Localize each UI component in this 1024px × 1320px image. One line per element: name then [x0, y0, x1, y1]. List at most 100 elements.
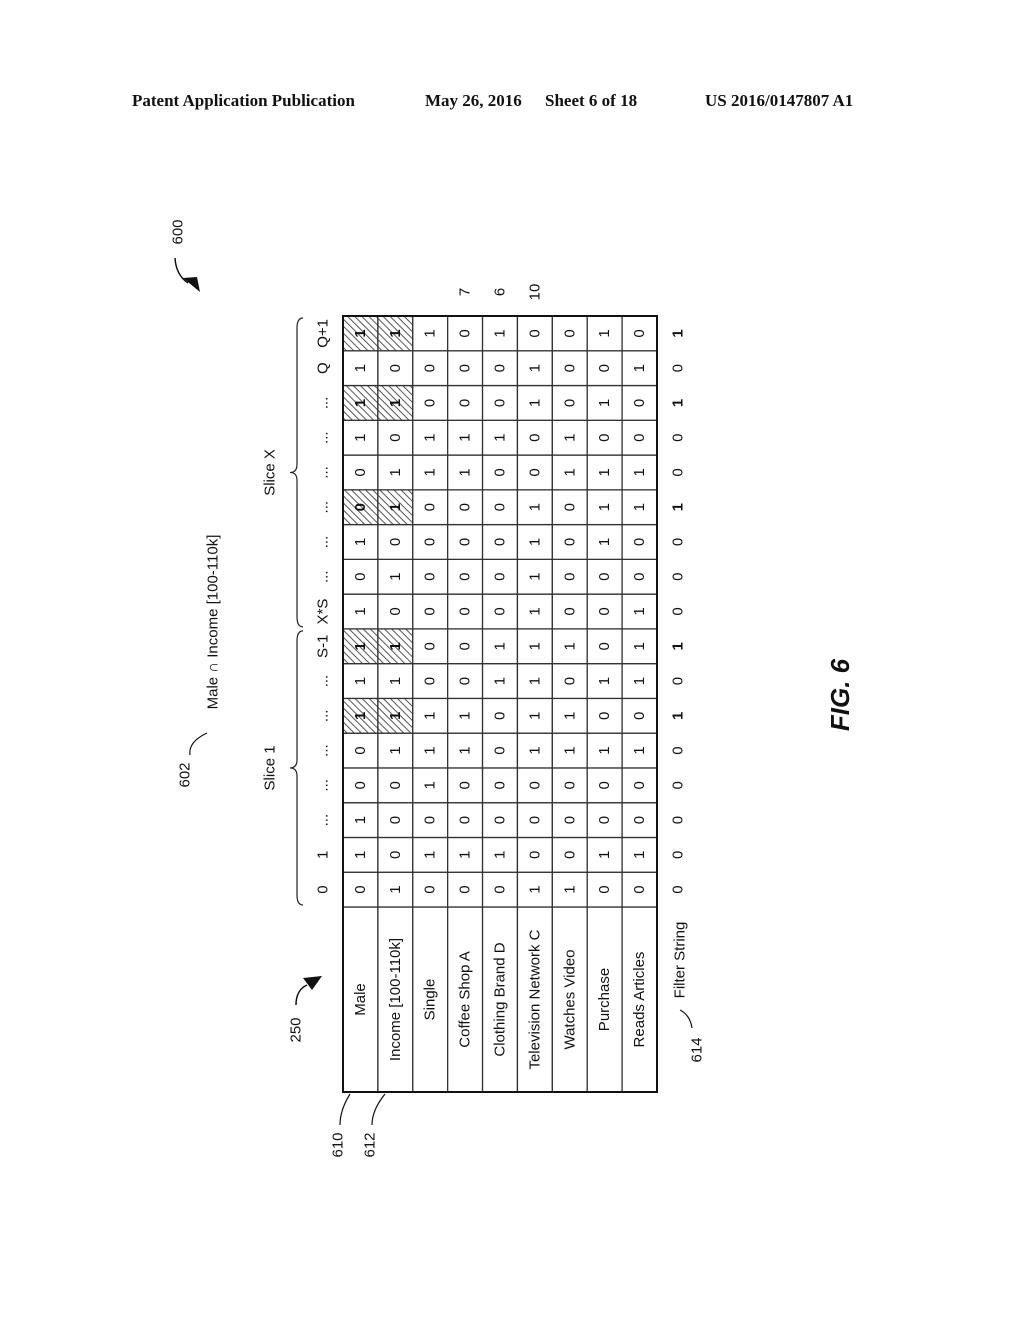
- bit-value: 1: [492, 434, 509, 442]
- column-header: ...: [315, 744, 332, 757]
- bit-value: 1: [631, 746, 648, 754]
- bit-value: 0: [422, 885, 439, 893]
- bit-value: 0: [422, 607, 439, 615]
- bit-value: 0: [492, 538, 509, 546]
- ref-602: 602: [177, 762, 194, 787]
- bit-value: 0: [457, 816, 474, 824]
- bit-value: 1: [387, 468, 404, 476]
- bit-value: 1: [422, 851, 439, 859]
- bit-value: 1: [631, 364, 648, 372]
- bit-value: 1: [596, 851, 613, 859]
- leader-line-610: [339, 1093, 351, 1126]
- bit-value: 1: [422, 781, 439, 789]
- slice-1-brace: [289, 630, 304, 906]
- bit-value: 1: [492, 851, 509, 859]
- bit-value: 1: [352, 364, 369, 372]
- bit-value: 0: [561, 538, 578, 546]
- bit-value: 0: [492, 468, 509, 476]
- bit-value: 1: [352, 538, 369, 546]
- filter-bit: 0: [670, 607, 687, 615]
- filter-bit: 1: [670, 399, 687, 407]
- bit-value: 1: [352, 399, 369, 407]
- bit-value: 1: [631, 677, 648, 685]
- bit-value: 0: [561, 503, 578, 511]
- bit-value: 0: [457, 503, 474, 511]
- bit-value: 1: [457, 468, 474, 476]
- figure-6-diagram: Male Income [100-110k] Single Coffee Shop A…: [170, 219, 856, 1157]
- arrow-250-line: [295, 984, 308, 1006]
- bit-value: 0: [596, 573, 613, 581]
- bit-value: 1: [526, 364, 543, 372]
- bit-value: 1: [352, 851, 369, 859]
- bit-value: 0: [561, 816, 578, 824]
- bit-value: 0: [631, 781, 648, 789]
- bit-value: 1: [492, 677, 509, 685]
- bit-value: 0: [631, 399, 648, 407]
- bit-value: 0: [631, 573, 648, 581]
- column-header: Q+1: [315, 319, 332, 348]
- bit-value: 0: [457, 607, 474, 615]
- bit-value: 1: [631, 642, 648, 650]
- bit-value: 1: [352, 607, 369, 615]
- leader-line-614: [679, 1009, 693, 1029]
- bit-value: 1: [631, 503, 648, 511]
- bit-value: 1: [526, 642, 543, 650]
- bit-value: 0: [387, 781, 404, 789]
- column-header: ...: [315, 675, 332, 688]
- column-header: ...: [315, 466, 332, 479]
- bit-value: 1: [387, 746, 404, 754]
- row-count: 7: [457, 288, 474, 296]
- column-header: 0: [315, 885, 332, 893]
- slice-x-brace: [289, 317, 304, 628]
- bit-value: 1: [561, 746, 578, 754]
- column-header: S-1: [315, 635, 332, 658]
- bit-value: 0: [561, 329, 578, 337]
- bit-value: 0: [457, 329, 474, 337]
- bit-value: 0: [387, 364, 404, 372]
- filter-bit: 0: [670, 885, 687, 893]
- figure-label: FIG. 6: [825, 658, 855, 731]
- bit-value: 0: [422, 816, 439, 824]
- bit-value: 0: [631, 538, 648, 546]
- bit-value: 0: [526, 816, 543, 824]
- bit-value: 1: [526, 503, 543, 511]
- bit-value: 0: [422, 364, 439, 372]
- filter-bit: 0: [670, 677, 687, 685]
- filter-bit: 0: [670, 746, 687, 754]
- bit-value: 1: [596, 538, 613, 546]
- filter-bit: 1: [670, 329, 687, 337]
- column-header: X*S: [315, 599, 332, 625]
- bit-value: 0: [561, 573, 578, 581]
- bit-value: 1: [526, 885, 543, 893]
- bit-value: 0: [492, 607, 509, 615]
- bit-value: 1: [387, 503, 404, 511]
- bit-value: 0: [596, 712, 613, 720]
- bit-value: 1: [422, 434, 439, 442]
- bit-value: 0: [492, 503, 509, 511]
- bit-value: 0: [526, 781, 543, 789]
- leader-line-602: [189, 732, 208, 756]
- bit-value: 1: [631, 851, 648, 859]
- bit-value: 1: [387, 885, 404, 893]
- bit-value: 0: [526, 434, 543, 442]
- row-label: Clothing Brand D: [492, 942, 509, 1056]
- bit-value: 0: [387, 851, 404, 859]
- bit-value: 1: [631, 607, 648, 615]
- ref-250: 250: [288, 1017, 305, 1042]
- bit-value: 1: [352, 329, 369, 337]
- bit-value: 0: [352, 746, 369, 754]
- bit-value: 0: [596, 885, 613, 893]
- bit-value: 0: [492, 364, 509, 372]
- bit-value: 0: [596, 642, 613, 650]
- bit-value: 1: [387, 642, 404, 650]
- bit-value: 1: [457, 712, 474, 720]
- bit-value: 1: [561, 712, 578, 720]
- bit-value: 0: [631, 329, 648, 337]
- bit-value: 0: [526, 329, 543, 337]
- bit-value: 1: [352, 642, 369, 650]
- ref-610: 610: [330, 1132, 347, 1157]
- filter-bit: 0: [670, 781, 687, 789]
- bit-value: 1: [387, 677, 404, 685]
- bit-value: 0: [422, 573, 439, 581]
- column-header: ...: [315, 397, 332, 410]
